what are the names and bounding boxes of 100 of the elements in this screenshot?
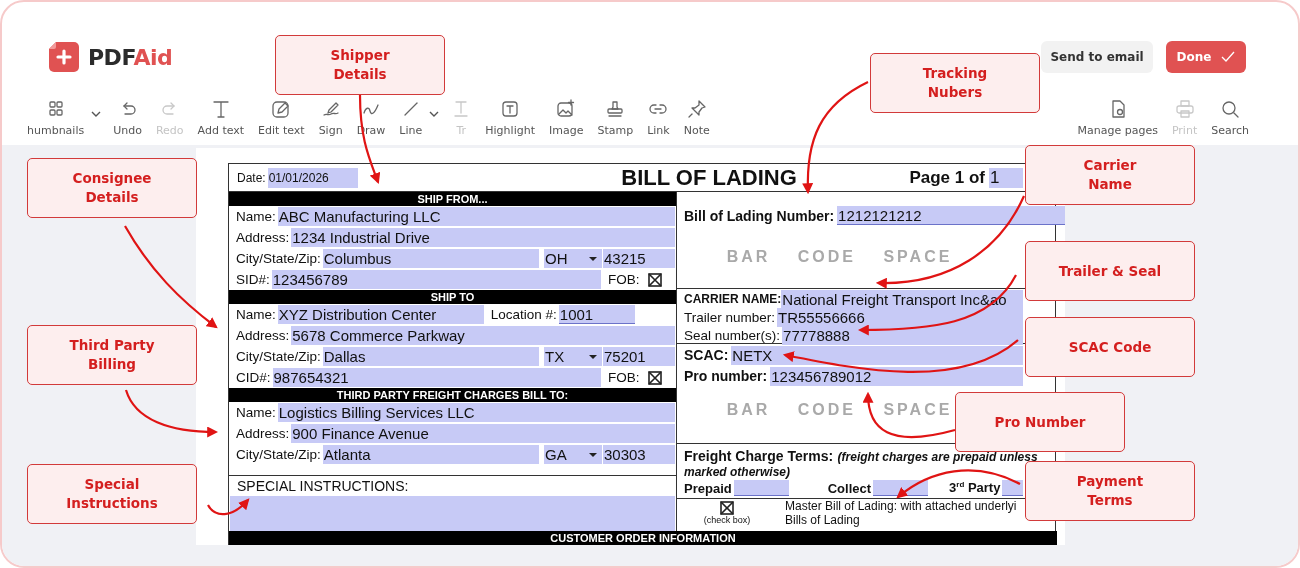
caret-icon[interactable] — [91, 111, 102, 117]
section-header: SHIP TO — [229, 290, 676, 304]
state-dropdown[interactable]: TX — [544, 347, 602, 366]
form-field[interactable]: XYZ Distribution Center — [277, 305, 484, 324]
field-label: SPECIAL INSTRUCTIONS: — [236, 477, 410, 496]
field-label: CARRIER NAME: — [684, 292, 782, 306]
form-field[interactable]: Atlanta — [322, 445, 539, 464]
form-field[interactable]: 123456789 — [271, 270, 601, 289]
callout-label: Pro Number — [955, 392, 1125, 452]
field-label: City/State/Zip: — [236, 349, 322, 364]
form-field[interactable]: 1212121212 — [837, 206, 1065, 225]
checkbox-label: Bills of Lading — [785, 513, 861, 527]
text-tool-button[interactable]: Add text — [190, 99, 252, 137]
search-tool-button[interactable]: Search — [1204, 99, 1256, 137]
field-label: 3$^{rd}$ Party — [949, 480, 1002, 496]
logo-text: PDFAid — [88, 44, 173, 70]
thumbnails-tool-button[interactable]: humbnails — [20, 99, 92, 137]
form-field[interactable]: 987654321 — [272, 368, 601, 387]
form-field[interactable]: 1001 — [558, 305, 635, 324]
section-header: SHIP FROM... — [229, 192, 676, 206]
instructions-field[interactable] — [230, 496, 675, 531]
field-label: Seal number(s): — [684, 327, 782, 343]
field-label: Name: — [236, 209, 277, 224]
form-field[interactable]: 01/01/2026 — [267, 167, 358, 188]
field-label: SCAC: — [684, 347, 730, 363]
document-title: BILL OF LADING — [620, 164, 798, 191]
field-label: SID#: — [236, 272, 271, 287]
form-field[interactable]: 1 — [989, 167, 1023, 188]
checkbox[interactable] — [720, 501, 734, 515]
callout-label: Shipper Details — [275, 35, 445, 95]
form-field[interactable]: 30303 — [603, 445, 675, 464]
field-label: FOB: — [608, 272, 641, 287]
field-label: Bill of Lading Number: — [684, 207, 836, 224]
field-label: Trailer number: — [684, 309, 777, 325]
form-field[interactable] — [1002, 480, 1023, 496]
form-field[interactable]: 75201 — [603, 347, 675, 366]
sign-tool-button[interactable]: Sign — [311, 99, 350, 137]
callout-arrow — [207, 498, 250, 516]
callout-label: Carrier Name — [1025, 145, 1195, 205]
form-field[interactable] — [733, 480, 789, 496]
field-label: City/State/Zip: — [236, 251, 322, 266]
undo-tool-button[interactable]: Undo — [106, 99, 149, 137]
form-field[interactable]: Columbus — [322, 249, 539, 268]
field-label: Collect — [827, 480, 873, 496]
callout-label: SCAC Code — [1025, 317, 1195, 377]
caret-icon[interactable] — [429, 111, 440, 117]
field-label: Prepaid — [684, 480, 733, 496]
highlight-tool-button[interactable]: Highlight — [478, 99, 542, 137]
form-field[interactable]: 1234 Industrial Drive — [291, 228, 675, 247]
line-tool-button[interactable]: Line — [392, 99, 430, 137]
edit-icon — [271, 99, 292, 119]
barcode-area-label: BAR CODE SPACE — [726, 401, 953, 419]
image-icon — [556, 99, 577, 119]
field-label: Address: — [236, 328, 291, 343]
field-label: Location #: — [490, 307, 558, 322]
field-label: Address: — [236, 230, 291, 245]
field-label: Address: — [236, 426, 291, 441]
send-email-button[interactable]: Send to email — [1041, 41, 1153, 73]
highlight-icon — [500, 99, 521, 119]
callout-label: Consignee Details — [27, 158, 197, 218]
stamp-icon — [605, 99, 626, 119]
page-label: Page 1 of — [909, 167, 985, 188]
field-label: Date: — [237, 170, 267, 185]
callout-label: Trailer & Seal — [1025, 241, 1195, 301]
state-dropdown[interactable]: GA — [544, 445, 602, 464]
form-field[interactable]: 5678 Commerce Parkway — [291, 326, 675, 345]
callout-label: Tracking Nubers — [870, 53, 1040, 113]
checkbox[interactable] — [647, 272, 662, 287]
done-button[interactable]: Done — [1166, 41, 1246, 73]
checkbox[interactable] — [647, 370, 662, 385]
section-header: THIRD PARTY FREIGHT CHARGES BILL TO: — [229, 388, 676, 402]
form-field[interactable]: 123456789012 — [770, 366, 1023, 386]
form-field[interactable]: 43215 — [603, 249, 675, 268]
callout-label: Payment Terms — [1025, 461, 1195, 521]
checkbox-caption: (check box) — [703, 515, 751, 525]
callout-label: Special Instructions — [27, 464, 197, 524]
checkbox-label: Master Bill of Lading: with attached underlyi — [785, 499, 1017, 513]
field-label: Name: — [236, 307, 277, 322]
field-label: Pro number: — [684, 368, 769, 384]
form-field[interactable]: Dallas — [322, 347, 539, 366]
state-dropdown[interactable]: OH — [544, 249, 602, 268]
callout-label: Third Party Billing — [27, 325, 197, 385]
field-label: Name: — [236, 405, 277, 420]
field-label: City/State/Zip: — [236, 447, 322, 462]
form-field[interactable]: ABC Manufacturing LLC — [277, 207, 675, 226]
pages-tool-button[interactable]: Manage pages — [1070, 99, 1165, 137]
field-label: FOB: — [608, 370, 641, 385]
form-field[interactable]: Logistics Billing Services LLC — [277, 403, 675, 422]
logo-icon — [48, 41, 80, 73]
section-header: CUSTOMER ORDER INFORMATION — [229, 531, 1057, 545]
form-field[interactable]: 900 Finance Avenue — [291, 424, 675, 443]
print-icon — [1174, 99, 1195, 119]
form-field[interactable]: NETX — [731, 345, 1023, 365]
search-icon — [1220, 99, 1241, 119]
image-tool-button[interactable]: Image — [541, 99, 591, 137]
edit-tool-button[interactable]: Edit text — [251, 99, 312, 137]
stamp-tool-button[interactable]: Stamp — [590, 99, 641, 137]
note-tool-button[interactable]: Note — [676, 99, 717, 137]
barcode-area-label: BAR CODE SPACE — [726, 248, 953, 266]
link-tool-button[interactable]: Link — [640, 99, 677, 137]
